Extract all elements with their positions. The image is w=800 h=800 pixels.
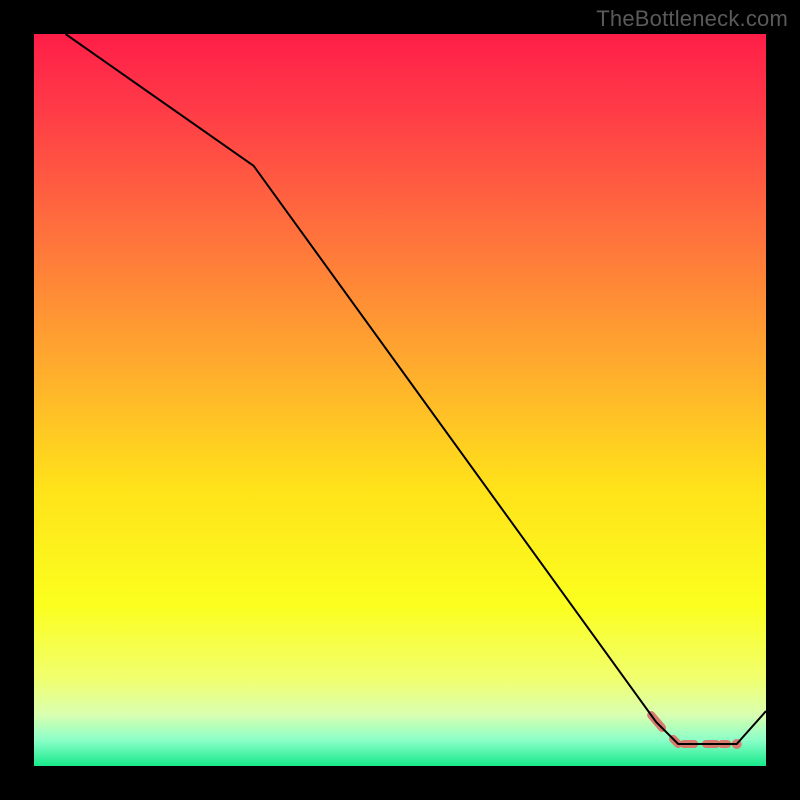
watermark-text: TheBottleneck.com xyxy=(596,6,788,32)
bottleneck-chart xyxy=(0,0,800,800)
gradient-background xyxy=(34,34,766,766)
chart-stage: TheBottleneck.com xyxy=(0,0,800,800)
